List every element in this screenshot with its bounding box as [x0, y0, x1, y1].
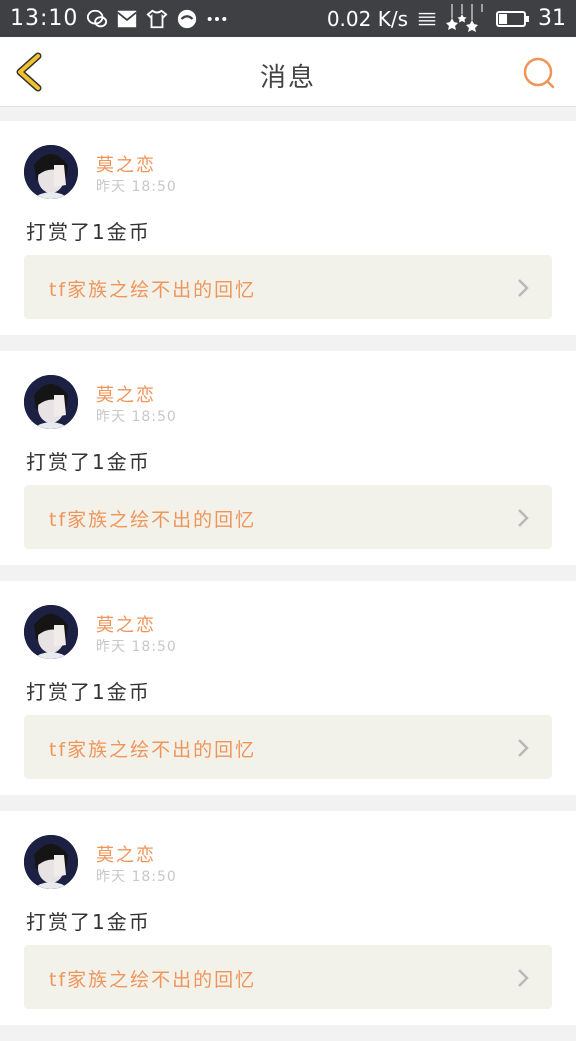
- nav-bar: 消息: [0, 37, 576, 107]
- message-text: 打赏了1金币: [26, 680, 151, 704]
- wechat-icon: [87, 9, 108, 27]
- battery-level: 31: [538, 6, 566, 31]
- message-list: 莫之恋 昨天 18:50 打赏了1金币 tf家族之绘不出的回忆 莫之恋 昨天 1…: [0, 121, 576, 1041]
- status-left: 13:10: [10, 6, 228, 31]
- referenced-post[interactable]: tf家族之绘不出的回忆: [24, 945, 552, 1009]
- message-card: 莫之恋 昨天 18:50 打赏了1金币 tf家族之绘不出的回忆: [0, 811, 576, 1025]
- message-time: 昨天 18:50: [96, 869, 177, 885]
- author-name[interactable]: 莫之恋: [96, 841, 156, 867]
- battery-icon: [496, 10, 529, 27]
- avatar[interactable]: [24, 605, 78, 659]
- referenced-post[interactable]: tf家族之绘不出的回忆: [24, 715, 552, 779]
- message-card: 莫之恋 昨天 18:50 打赏了1金币 tf家族之绘不出的回忆: [0, 121, 576, 335]
- search-icon[interactable]: [522, 56, 556, 90]
- message-text: 打赏了1金币: [26, 450, 151, 474]
- chevron-right-icon: [518, 739, 529, 757]
- message-time: 昨天 18:50: [96, 179, 177, 195]
- net-speed: 0.02 K/s: [326, 6, 408, 31]
- referenced-post-title: tf家族之绘不出的回忆: [49, 739, 257, 761]
- message-text: 打赏了1金币: [26, 220, 151, 244]
- avatar[interactable]: [24, 375, 78, 429]
- chevron-right-icon: [518, 509, 529, 527]
- author-name[interactable]: 莫之恋: [96, 381, 156, 407]
- message-time: 昨天 18:50: [96, 639, 177, 655]
- status-bar: 13:10 0.02 K/s 31: [0, 0, 576, 37]
- referenced-post-title: tf家族之绘不出的回忆: [49, 509, 257, 531]
- tshirt-icon: [146, 9, 168, 28]
- message-card: 莫之恋 昨天 18:50 打赏了1金币 tf家族之绘不出的回忆: [0, 351, 576, 565]
- message-card: 莫之恋 昨天 18:50 打赏了1金币 tf家族之绘不出的回忆: [0, 581, 576, 795]
- author-name[interactable]: 莫之恋: [96, 611, 156, 637]
- face-icon: [178, 9, 197, 28]
- status-time: 13:10: [10, 6, 79, 31]
- page-title: 消息: [259, 63, 316, 93]
- message-text: 打赏了1金币: [26, 910, 151, 934]
- referenced-post-title: tf家族之绘不出的回忆: [49, 279, 257, 301]
- mail-icon: [117, 10, 138, 27]
- chevron-right-icon: [518, 969, 529, 987]
- message-time: 昨天 18:50: [96, 409, 177, 425]
- more-dots-icon: [208, 16, 227, 21]
- chevron-right-icon: [518, 279, 529, 297]
- status-right: 0.02 K/s 31: [326, 3, 566, 34]
- referenced-post-title: tf家族之绘不出的回忆: [49, 969, 257, 991]
- referenced-post[interactable]: tf家族之绘不出的回忆: [24, 255, 552, 319]
- avatar[interactable]: [24, 835, 78, 889]
- avatar[interactable]: [24, 145, 78, 199]
- menu-lines-icon: [418, 12, 436, 25]
- referenced-post[interactable]: tf家族之绘不出的回忆: [24, 485, 552, 549]
- stars-icon: [446, 3, 483, 32]
- author-name[interactable]: 莫之恋: [96, 151, 156, 177]
